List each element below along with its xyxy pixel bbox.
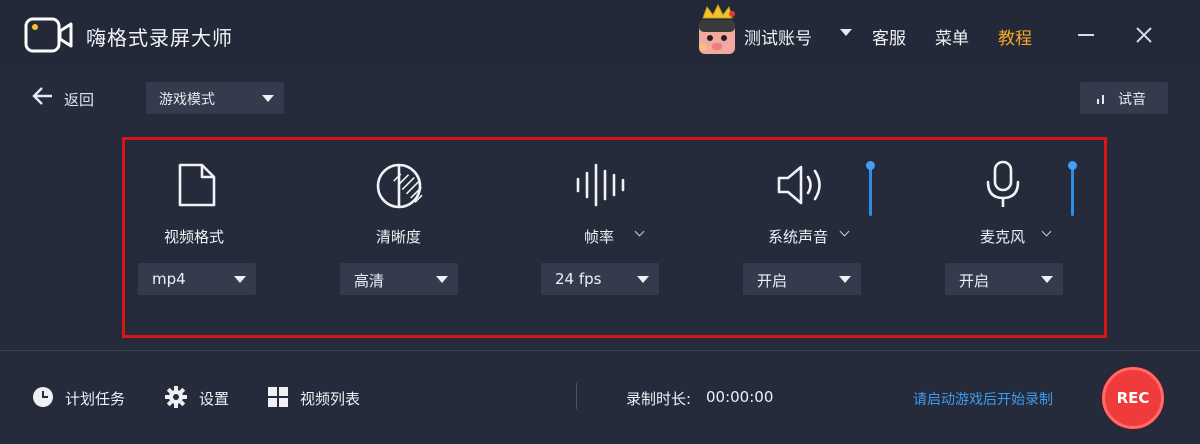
clarity-value: 高清 [354, 272, 385, 290]
video-format-label: 视频格式 [164, 228, 225, 246]
system-audio-volume-slider[interactable] [866, 161, 875, 216]
frame-rate-value: 24 fps [555, 270, 602, 288]
schedule-button[interactable]: 计划任务 [32, 385, 132, 409]
record-button-label: REC [1116, 389, 1150, 407]
chevron-down-icon [637, 276, 649, 283]
microphone-volume-slider[interactable] [1068, 161, 1077, 216]
schedule-label: 计划任务 [65, 390, 126, 408]
microphone-icon [986, 160, 1020, 207]
back-label[interactable]: 返回 [64, 89, 94, 110]
chevron-down-icon [839, 276, 851, 283]
frame-rate-label: 帧率 [584, 228, 615, 246]
close-icon[interactable] [1133, 24, 1155, 46]
microphone-label: 麦克风 [980, 228, 1026, 246]
duration-value: 00:00:00 [706, 388, 774, 406]
settings-button[interactable]: 设置 [165, 385, 235, 409]
gear-icon [165, 386, 187, 408]
test-audio-label: 试音 [1118, 92, 1146, 108]
footer-divider [0, 350, 1200, 351]
system-audio-select[interactable]: 开启 [743, 263, 861, 295]
slider-handle[interactable] [866, 161, 875, 170]
video-format-value: mp4 [152, 270, 186, 288]
frame-rate-select[interactable]: 24 fps [541, 263, 659, 295]
video-format-select[interactable]: mp4 [138, 263, 256, 295]
clarity-label: 清晰度 [376, 228, 422, 246]
minimize-icon[interactable] [1078, 34, 1094, 36]
chevron-down-icon [234, 276, 246, 283]
title-bar: 嗨格式录屏大师 测试账号 客服 菜单 教程 [0, 0, 1200, 70]
grid-icon [268, 387, 288, 407]
slider-handle[interactable] [1068, 161, 1077, 170]
clarity-select[interactable]: 高清 [340, 263, 458, 295]
start-game-hint: 请启动游戏后开始录制 [913, 392, 1053, 408]
camera-logo-icon [24, 17, 73, 53]
mode-select-value: 游戏模式 [159, 92, 215, 108]
nav-menu[interactable]: 菜单 [935, 24, 969, 49]
settings-label: 设置 [199, 390, 230, 408]
clock-icon [33, 387, 53, 407]
record-button[interactable]: REC [1102, 367, 1164, 429]
video-list-label: 视频列表 [300, 390, 361, 408]
footer-vertical-divider [576, 383, 577, 409]
video-list-button[interactable]: 视频列表 [268, 385, 368, 409]
waveform-icon [576, 163, 625, 207]
contrast-icon [376, 163, 423, 209]
chevron-down-icon [436, 276, 448, 283]
account-name[interactable]: 测试账号 [744, 24, 812, 49]
account-dropdown-caret-icon[interactable] [840, 29, 852, 36]
mode-select[interactable]: 游戏模式 [146, 82, 284, 114]
app-title: 嗨格式录屏大师 [86, 26, 233, 50]
nav-tutorial[interactable]: 教程 [998, 24, 1032, 49]
test-audio-button[interactable]: 试音 [1080, 82, 1168, 114]
avatar[interactable] [693, 4, 741, 62]
file-icon [178, 163, 216, 207]
back-arrow-icon [32, 87, 52, 105]
nav-customer-service[interactable]: 客服 [872, 24, 906, 49]
speaker-icon [777, 165, 821, 205]
chevron-down-icon [262, 95, 274, 102]
system-audio-value: 开启 [757, 272, 788, 290]
system-audio-label: 系统声音 [768, 228, 829, 246]
microphone-value: 开启 [959, 272, 990, 290]
microphone-select[interactable]: 开启 [945, 263, 1063, 295]
chevron-down-icon [1041, 276, 1053, 283]
duration-label: 录制时长: [626, 390, 692, 408]
signal-bars-icon [1097, 95, 1104, 104]
